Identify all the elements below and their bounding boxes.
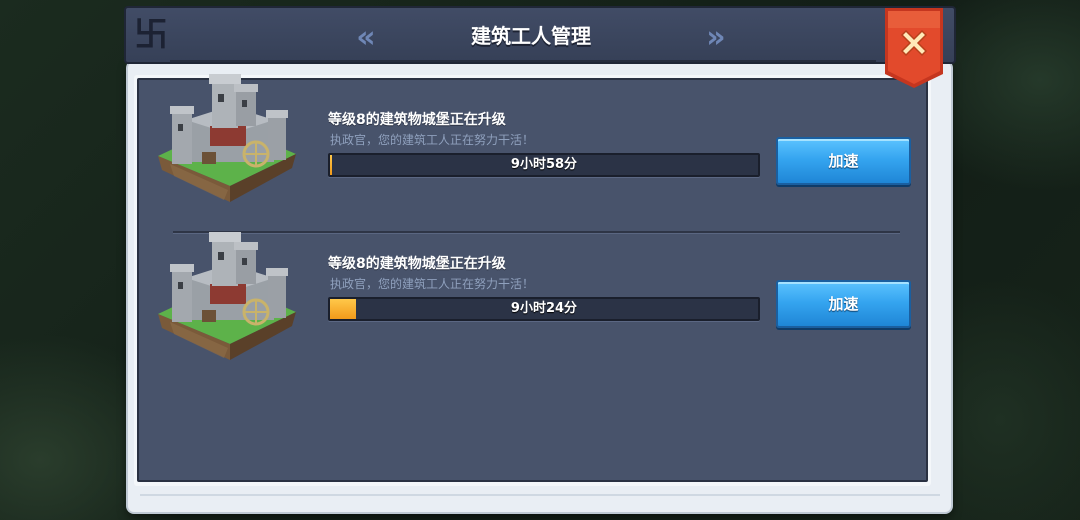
castle-icon <box>158 74 296 202</box>
double-chevron-left-icon[interactable]: « <box>350 23 382 53</box>
building-upgrade-title: 等级8的建筑物城堡正在升级 <box>328 256 506 272</box>
builder-status-text: 执政官，您的建筑工人正在努力干活！ <box>330 133 535 147</box>
dialog-title: 建筑工人管理 <box>471 24 591 48</box>
header-divider <box>170 60 876 62</box>
builder-status-text: 执政官，您的建筑工人正在努力干活！ <box>330 277 535 291</box>
speed-up-button[interactable]: 加速 <box>776 137 911 185</box>
building-upgrade-title: 等级8的建筑物城堡正在升级 <box>328 112 506 128</box>
builder-row: 等级8的建筑物城堡正在升级 执政官，您的建筑工人正在努力干活！ 9小时24分 加… <box>137 228 928 378</box>
time-remaining: 9小时58分 <box>510 157 578 172</box>
upgrade-progress-bar: 9小时58分 <box>328 153 760 177</box>
close-x-icon <box>885 8 943 88</box>
double-chevron-right-icon[interactable]: » <box>700 23 732 53</box>
upgrade-progress-bar: 9小时24分 <box>328 297 760 321</box>
close-button[interactable] <box>883 8 945 88</box>
speed-up-button[interactable]: 加速 <box>776 280 911 328</box>
builder-row: 等级8的建筑物城堡正在升级 执政官，您的建筑工人正在努力干活！ 9小时58分 加… <box>137 74 928 228</box>
dialog-header: 卐 « 建筑工人管理 » <box>124 6 956 64</box>
dialog-bottom-trim <box>140 494 940 496</box>
castle-icon <box>158 232 296 360</box>
rune-decoration-icon: 卐 <box>134 15 168 55</box>
time-remaining: 9小时24分 <box>510 301 578 316</box>
